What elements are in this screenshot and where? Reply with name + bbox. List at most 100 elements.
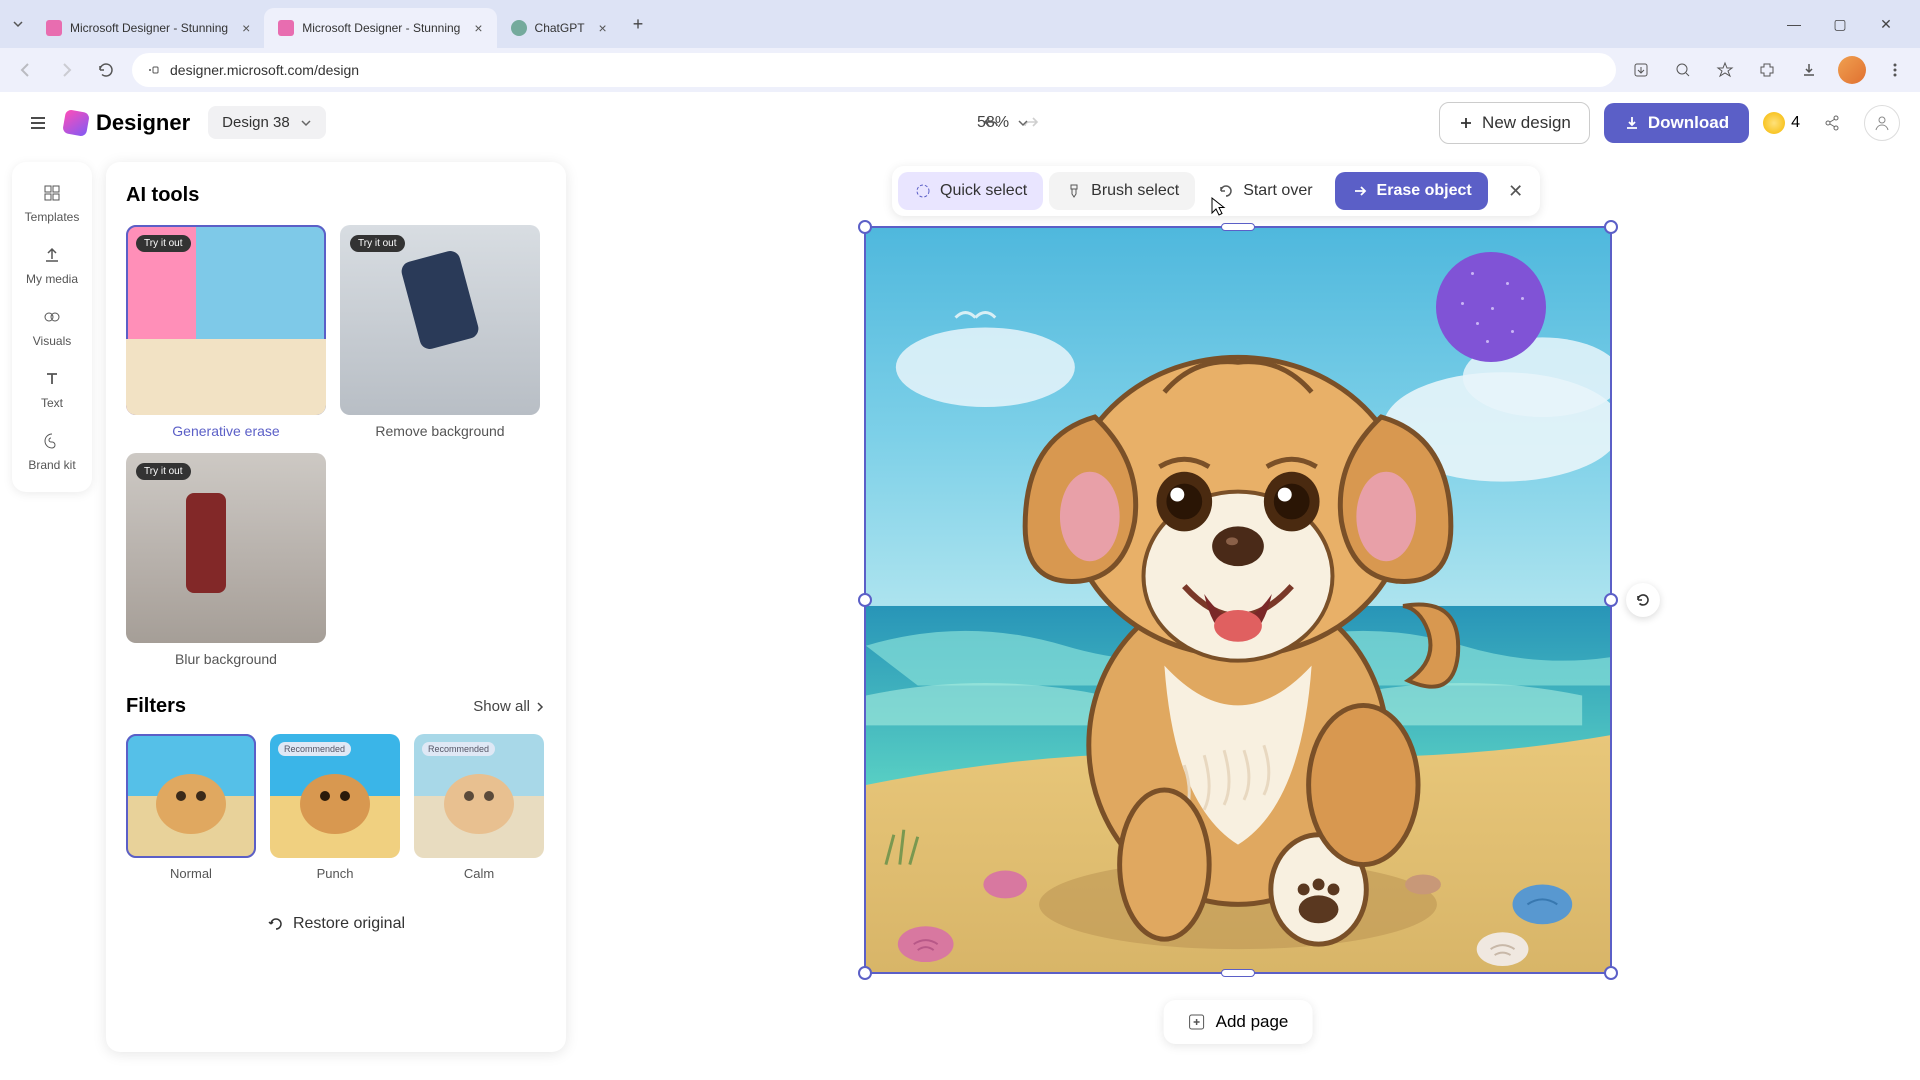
rail-label: My media — [26, 272, 78, 286]
button-label: Erase object — [1377, 182, 1472, 200]
thumbnail: Recommended — [414, 734, 544, 858]
favicon — [511, 20, 527, 36]
canvas-area: Quick select Brush select Start over Era… — [586, 162, 1900, 1060]
browser-tab-strip: Microsoft Designer - Stunning × Microsof… — [0, 0, 1920, 48]
rotate-handle[interactable] — [1626, 583, 1660, 617]
thumbnail: Try it out — [126, 225, 326, 415]
resize-handle-tl[interactable] — [858, 220, 872, 234]
show-all-link[interactable]: Show all — [473, 698, 546, 715]
cursor-icon — [1210, 196, 1226, 218]
close-toolbar-icon[interactable]: ✕ — [1498, 173, 1534, 209]
erase-selection-marker[interactable] — [1436, 252, 1546, 362]
filter-calm[interactable]: Recommended Calm — [414, 734, 544, 881]
resize-handle-br[interactable] — [1604, 966, 1618, 980]
profile-avatar[interactable] — [1838, 56, 1866, 84]
filter-label: Calm — [414, 866, 544, 881]
ai-tool-blur-background[interactable]: Try it out Blur background — [126, 453, 326, 667]
filter-punch[interactable]: Recommended Punch — [270, 734, 400, 881]
canvas-selection-frame[interactable] — [864, 226, 1612, 974]
tab-search-dropdown[interactable] — [8, 14, 28, 34]
coin-icon — [1763, 112, 1785, 134]
arrow-right-icon — [1351, 182, 1369, 200]
resize-handle-tr[interactable] — [1604, 220, 1618, 234]
favicon — [278, 20, 294, 36]
close-icon[interactable]: × — [242, 20, 250, 36]
install-app-icon[interactable] — [1628, 57, 1654, 83]
browser-toolbar: designer.microsoft.com/design — [0, 48, 1920, 92]
design-name-dropdown[interactable]: Design 38 — [208, 106, 326, 139]
tool-label: Generative erase — [126, 423, 326, 439]
text-icon — [41, 368, 63, 390]
thumbnail: Recommended — [270, 734, 400, 858]
button-label: Download — [1648, 113, 1729, 133]
site-info-icon[interactable] — [146, 63, 160, 77]
resize-handle-ml[interactable] — [858, 593, 872, 607]
filter-label: Normal — [126, 866, 256, 881]
restore-original-button[interactable]: Restore original — [253, 907, 419, 941]
thumbnail — [126, 734, 256, 858]
rail-label: Text — [41, 396, 63, 410]
tool-label: Remove background — [340, 423, 540, 439]
ai-tool-generative-erase[interactable]: Try it out Generative erase — [126, 225, 326, 439]
filter-normal[interactable]: Normal — [126, 734, 256, 881]
new-design-button[interactable]: New design — [1439, 102, 1590, 144]
extensions-icon[interactable] — [1754, 57, 1780, 83]
resize-handle-bl[interactable] — [858, 966, 872, 980]
button-label: Quick select — [940, 182, 1027, 200]
reload-icon[interactable] — [92, 56, 120, 84]
credits-indicator[interactable]: 4 — [1763, 112, 1800, 134]
zoom-indicator-icon[interactable] — [1670, 57, 1696, 83]
brush-icon — [1065, 182, 1083, 200]
logo-mark-icon — [62, 109, 90, 137]
user-profile-icon[interactable] — [1864, 105, 1900, 141]
new-tab-button[interactable]: + — [621, 14, 656, 35]
erase-object-button[interactable]: Erase object — [1335, 172, 1488, 210]
share-icon[interactable] — [1814, 105, 1850, 141]
button-label: Start over — [1243, 182, 1312, 200]
minimize-icon[interactable]: — — [1780, 10, 1808, 38]
download-button[interactable]: Download — [1604, 103, 1749, 143]
redo-icon[interactable] — [1018, 110, 1044, 136]
add-page-button[interactable]: Add page — [1164, 1000, 1313, 1044]
browser-tab-3[interactable]: ChatGPT × — [497, 8, 621, 48]
kebab-menu-icon[interactable] — [1882, 57, 1908, 83]
browser-tab-2-active[interactable]: Microsoft Designer - Stunning × — [264, 8, 496, 48]
rail-visuals[interactable]: Visuals — [20, 296, 84, 358]
try-it-out-badge: Try it out — [350, 235, 405, 252]
rail-text[interactable]: Text — [20, 358, 84, 420]
hamburger-menu-icon[interactable] — [20, 105, 56, 141]
rail-my-media[interactable]: My media — [20, 234, 84, 296]
templates-icon — [41, 182, 63, 204]
filters-heading: Filters — [126, 695, 186, 718]
close-window-icon[interactable]: ✕ — [1872, 10, 1900, 38]
forward-icon[interactable] — [52, 56, 80, 84]
try-it-out-badge: Try it out — [136, 463, 191, 480]
close-icon[interactable]: × — [474, 20, 482, 36]
brand-kit-icon — [41, 430, 63, 452]
undo-icon[interactable] — [978, 110, 1004, 136]
recommended-badge: Recommended — [278, 742, 351, 756]
upload-icon — [41, 244, 63, 266]
design-name: Design 38 — [222, 114, 290, 131]
browser-tab-1[interactable]: Microsoft Designer - Stunning × — [32, 8, 264, 48]
maximize-icon[interactable]: ▢ — [1826, 10, 1854, 38]
brush-select-button[interactable]: Brush select — [1049, 172, 1195, 210]
rail-templates[interactable]: Templates — [20, 172, 84, 234]
back-icon[interactable] — [12, 56, 40, 84]
resize-handle-mr[interactable] — [1604, 593, 1618, 607]
rail-brand-kit[interactable]: Brand kit — [20, 420, 84, 482]
thumbnail: Try it out — [126, 453, 326, 643]
credits-count: 4 — [1791, 114, 1800, 132]
downloads-icon[interactable] — [1796, 57, 1822, 83]
app-logo[interactable]: Designer — [64, 110, 190, 136]
quick-select-button[interactable]: Quick select — [898, 172, 1043, 210]
bookmark-icon[interactable] — [1712, 57, 1738, 83]
try-it-out-badge: Try it out — [136, 235, 191, 252]
address-bar[interactable]: designer.microsoft.com/design — [132, 53, 1616, 87]
resize-handle-top[interactable] — [1221, 223, 1255, 231]
tab-title: ChatGPT — [535, 21, 585, 35]
resize-handle-bottom[interactable] — [1221, 969, 1255, 977]
tab-title: Microsoft Designer - Stunning — [302, 21, 460, 35]
close-icon[interactable]: × — [599, 20, 607, 36]
ai-tool-remove-background[interactable]: Try it out Remove background — [340, 225, 540, 439]
